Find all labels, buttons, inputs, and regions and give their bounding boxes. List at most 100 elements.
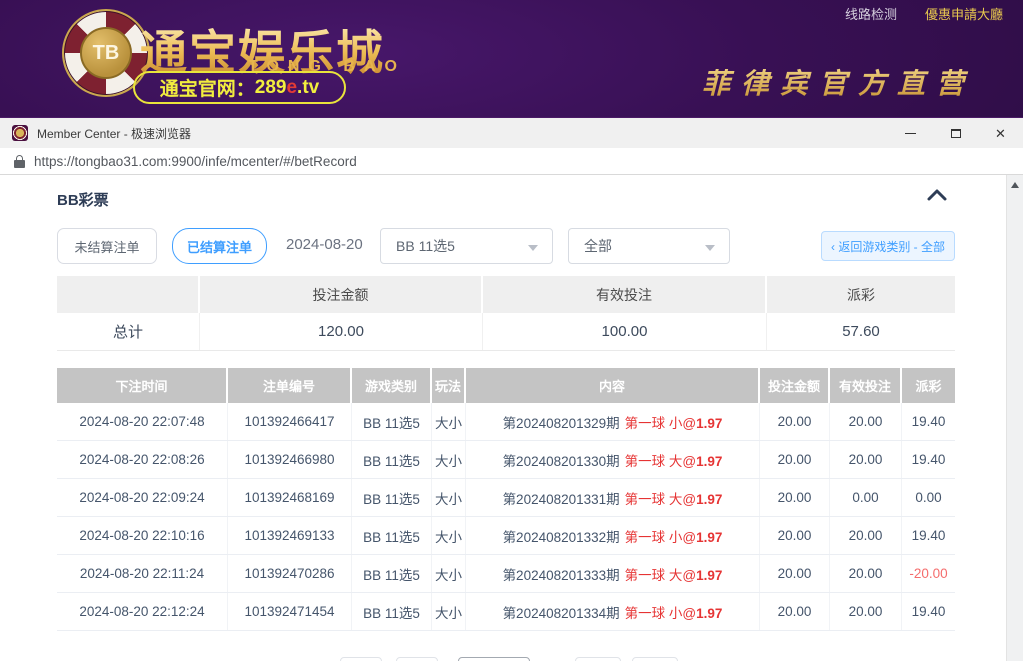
bet-pick: 第一球 大@1.97	[625, 450, 723, 470]
cell-play: 大小	[432, 479, 466, 516]
header-valid: 有效投注	[830, 368, 902, 403]
summary-header-row: 投注金额 有效投注 派彩	[57, 276, 955, 313]
header-play: 玩法	[432, 368, 466, 403]
cell-payout: 19.40	[902, 441, 955, 478]
cell-order: 101392470286	[228, 555, 352, 592]
cell-time: 2024-08-20 22:11:24	[57, 555, 228, 592]
scope-select[interactable]: 全部	[568, 228, 730, 264]
cell-valid: 0.00	[830, 479, 902, 516]
minimize-button[interactable]	[888, 118, 933, 149]
cell-order: 101392468169	[228, 479, 352, 516]
browser-titlebar: Member Center - 极速浏览器 ✕	[0, 117, 1023, 148]
cell-game: BB 11选5	[352, 441, 432, 478]
cell-play: 大小	[432, 403, 466, 440]
cell-valid: 20.00	[830, 517, 902, 554]
maximize-icon	[951, 129, 961, 138]
header-time: 下注时间	[57, 368, 228, 403]
lock-icon	[14, 155, 25, 168]
summary-total-label: 总计	[57, 313, 200, 350]
address-url: https://tongbao31.com:9900/infe/mcenter/…	[34, 154, 357, 169]
table-row: 2024-08-20 22:08:26 101392466980 BB 11选5…	[57, 441, 955, 479]
cell-content: 第202408201332期第一球 小@1.97	[466, 517, 760, 554]
cell-game: BB 11选5	[352, 517, 432, 554]
header-order: 注单编号	[228, 368, 352, 403]
unsettled-bets-button[interactable]: 未结算注单	[57, 228, 157, 264]
date-filter[interactable]: 2024-08-20	[286, 236, 363, 253]
summary-header-bet: 投注金额	[200, 276, 483, 313]
pagination-button[interactable]	[340, 657, 382, 661]
cell-bet: 20.00	[760, 555, 830, 592]
cell-play: 大小	[432, 441, 466, 478]
bet-period: 第202408201331期	[503, 488, 620, 508]
game-select-value: BB 11选5	[396, 236, 455, 256]
official-tld: .tv	[297, 77, 319, 99]
site-banner: TB 通宝娱乐城 TONG BAO 通宝官网：289e.tv 线路检测優惠申請大…	[0, 0, 1023, 117]
table-row: 2024-08-20 22:07:48 101392466417 BB 11选5…	[57, 403, 955, 441]
summary-header-payout: 派彩	[767, 276, 955, 313]
cell-valid: 20.00	[830, 555, 902, 592]
cell-order: 101392466980	[228, 441, 352, 478]
bet-pick: 第一球 小@1.97	[625, 526, 723, 546]
cell-bet: 20.00	[760, 403, 830, 440]
summary-header-empty	[57, 276, 200, 313]
bet-pick: 第一球 小@1.97	[625, 412, 723, 432]
cell-order: 101392469133	[228, 517, 352, 554]
pagination-button[interactable]	[632, 657, 678, 661]
collapse-section-button[interactable]	[926, 187, 950, 207]
summary-header-valid: 有效投注	[483, 276, 767, 313]
cell-payout: 19.40	[902, 593, 955, 630]
pagination-button[interactable]	[575, 657, 621, 661]
cell-content: 第202408201331期第一球 大@1.97	[466, 479, 760, 516]
close-button[interactable]: ✕	[978, 118, 1023, 149]
link-line-check[interactable]: 线路检测	[845, 7, 897, 22]
bet-record-page: BB彩票 未结算注单 已结算注单 2024-08-20 BB 11选5 全部 ‹…	[0, 175, 1006, 661]
bet-pick: 第一球 大@1.97	[625, 488, 723, 508]
banner-links: 线路检测 優惠申請大廳	[845, 4, 1003, 23]
pagination-page-select[interactable]	[458, 657, 530, 661]
banner-tagline: 菲律宾官方直营	[702, 62, 975, 102]
cell-valid: 20.00	[830, 441, 902, 478]
table-row: 2024-08-20 22:11:24 101392470286 BB 11选5…	[57, 555, 955, 593]
summary-total-payout: 57.60	[767, 313, 955, 350]
official-site-pill[interactable]: 通宝官网：289e.tv	[133, 71, 346, 104]
official-num: 289	[255, 77, 287, 99]
cell-time: 2024-08-20 22:07:48	[57, 403, 228, 440]
cell-valid: 20.00	[830, 403, 902, 440]
summary-table: 投注金额 有效投注 派彩 总计 120.00 100.00 57.60	[57, 276, 955, 351]
table-row: 2024-08-20 22:10:16 101392469133 BB 11选5…	[57, 517, 955, 555]
cell-game: BB 11选5	[352, 593, 432, 630]
bet-period: 第202408201333期	[503, 564, 620, 584]
cell-time: 2024-08-20 22:10:16	[57, 517, 228, 554]
section-title: BB彩票	[57, 189, 109, 210]
back-to-game-category-button[interactable]: ‹ 返回游戏类别 - 全部	[821, 231, 955, 261]
cell-game: BB 11选5	[352, 555, 432, 592]
close-icon: ✕	[995, 126, 1006, 142]
link-promo-hall[interactable]: 優惠申請大廳	[925, 7, 1003, 22]
game-select[interactable]: BB 11选5	[380, 228, 553, 264]
pagination-button[interactable]	[396, 657, 438, 661]
header-content: 内容	[466, 368, 760, 403]
cell-payout: 0.00	[902, 479, 955, 516]
cell-bet: 20.00	[760, 441, 830, 478]
cell-valid: 20.00	[830, 593, 902, 630]
summary-total-row: 总计 120.00 100.00 57.60	[57, 313, 955, 351]
cell-payout: -20.00	[902, 555, 955, 592]
table-row: 2024-08-20 22:12:24 101392471454 BB 11选5…	[57, 593, 955, 631]
minimize-icon	[905, 133, 916, 134]
bet-period: 第202408201329期	[503, 412, 620, 432]
address-bar[interactable]: https://tongbao31.com:9900/infe/mcenter/…	[0, 148, 1023, 175]
bet-period: 第202408201332期	[503, 526, 620, 546]
header-payout: 派彩	[902, 368, 955, 403]
cell-content: 第202408201333期第一球 大@1.97	[466, 555, 760, 592]
maximize-button[interactable]	[933, 118, 978, 149]
cell-content: 第202408201330期第一球 大@1.97	[466, 441, 760, 478]
cell-game: BB 11选5	[352, 403, 432, 440]
window-title: Member Center - 极速浏览器	[37, 125, 191, 142]
table-header-row: 下注时间 注单编号 游戏类别 玩法 内容 投注金额 有效投注 派彩	[57, 368, 955, 403]
cell-payout: 19.40	[902, 517, 955, 554]
cell-time: 2024-08-20 22:08:26	[57, 441, 228, 478]
vertical-scrollbar[interactable]	[1006, 175, 1023, 661]
cell-order: 101392471454	[228, 593, 352, 630]
cell-bet: 20.00	[760, 517, 830, 554]
settled-bets-button[interactable]: 已结算注单	[172, 228, 267, 264]
